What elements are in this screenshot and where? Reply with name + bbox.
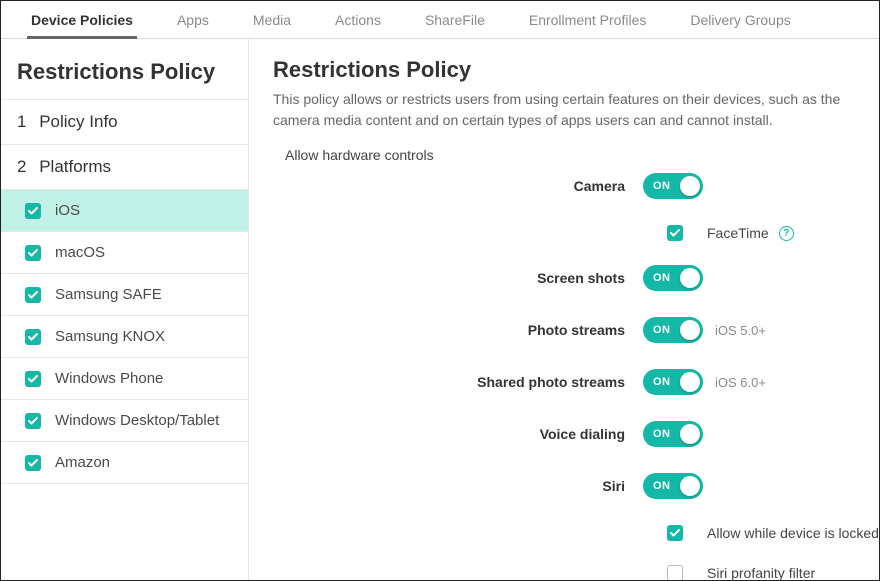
platform-amazon[interactable]: Amazon [1,442,248,484]
row-voice-dialing: Voice dialing ON [273,421,879,447]
step-policy-info[interactable]: 1 Policy Info [1,100,248,145]
toggle-knob [680,372,700,392]
checkbox-allow-locked[interactable] [667,525,683,541]
row-shared-photo-streams: Shared photo streams ON iOS 6.0+ [273,369,879,395]
toggle-siri[interactable]: ON [643,473,703,499]
toggle-knob [680,476,700,496]
checkbox-icon[interactable] [25,455,41,471]
row-screenshots: Screen shots ON [273,265,879,291]
checkbox-icon[interactable] [25,287,41,303]
toggle-knob [680,176,700,196]
checkbox-facetime[interactable] [667,225,683,241]
toggle-knob [680,424,700,444]
platform-samsung-safe[interactable]: Samsung SAFE [1,274,248,316]
platform-windows-phone[interactable]: Windows Phone [1,358,248,400]
platform-windows-desktop-tablet[interactable]: Windows Desktop/Tablet [1,400,248,442]
toggle-shared-photo-streams[interactable]: ON [643,369,703,395]
step-number: 2 [17,157,26,176]
toggle-photo-streams[interactable]: ON [643,317,703,343]
platform-label: Amazon [55,454,110,471]
toggle-camera[interactable]: ON [643,173,703,199]
toggle-knob [680,268,700,288]
row-label: Siri [273,478,643,494]
platform-ios[interactable]: iOS [1,190,248,232]
platform-label: Windows Desktop/Tablet [55,412,219,429]
checkbox-siri-profanity[interactable] [667,565,683,580]
checkbox-icon[interactable] [25,203,41,219]
allow-locked-label: Allow while device is locked [707,525,879,541]
toggle-text: ON [653,324,671,336]
toggle-knob [680,320,700,340]
checkbox-icon[interactable] [25,245,41,261]
platform-macos[interactable]: macOS [1,232,248,274]
row-label: Shared photo streams [273,374,643,390]
checkbox-icon[interactable] [25,371,41,387]
platform-label: Samsung KNOX [55,328,165,345]
platform-label: Windows Phone [55,370,163,387]
toggle-text: ON [653,428,671,440]
row-label: Screen shots [273,270,643,286]
tab-enrollment-profiles[interactable]: Enrollment Profiles [507,1,669,38]
step-label: Policy Info [39,112,117,131]
row-facetime: FaceTime ? [273,225,879,241]
help-icon[interactable]: ? [779,226,794,241]
step-number: 1 [17,112,26,131]
hint-text: iOS 6.0+ [715,375,766,390]
platform-label: macOS [55,244,105,261]
facetime-label: FaceTime [707,225,769,241]
hint-text: iOS 5.0+ [715,323,766,338]
row-siri: Siri ON [273,473,879,499]
row-label: Voice dialing [273,426,643,442]
toggle-screenshots[interactable]: ON [643,265,703,291]
main-panel: Restrictions Policy This policy allows o… [249,39,879,580]
platform-label: iOS [55,202,80,219]
page-description: This policy allows or restricts users fr… [273,89,879,131]
tab-device-policies[interactable]: Device Policies [9,1,155,38]
checkbox-icon[interactable] [25,413,41,429]
row-allow-while-locked: Allow while device is locked [273,525,879,541]
step-label: Platforms [39,157,111,176]
toggle-text: ON [653,272,671,284]
toggle-text: ON [653,376,671,388]
profanity-label: Siri profanity filter [707,565,815,580]
tab-actions[interactable]: Actions [313,1,403,38]
checkbox-icon[interactable] [25,329,41,345]
tab-sharefile[interactable]: ShareFile [403,1,507,38]
sidebar: Restrictions Policy 1 Policy Info 2 Plat… [1,39,249,580]
section-heading: Allow hardware controls [273,143,879,173]
toggle-text: ON [653,180,671,192]
row-label: Camera [273,178,643,194]
platform-samsung-knox[interactable]: Samsung KNOX [1,316,248,358]
tab-delivery-groups[interactable]: Delivery Groups [668,1,812,38]
tab-apps[interactable]: Apps [155,1,231,38]
page-title: Restrictions Policy [273,57,879,83]
row-label: Photo streams [273,322,643,338]
toggle-text: ON [653,480,671,492]
row-siri-profanity: Siri profanity filter [273,565,879,580]
top-tab-bar: Device Policies Apps Media Actions Share… [1,1,879,39]
sidebar-title: Restrictions Policy [1,49,248,100]
step-platforms[interactable]: 2 Platforms [1,145,248,190]
toggle-voice-dialing[interactable]: ON [643,421,703,447]
row-camera: Camera ON [273,173,879,199]
platform-label: Samsung SAFE [55,286,162,303]
row-photo-streams: Photo streams ON iOS 5.0+ [273,317,879,343]
tab-media[interactable]: Media [231,1,313,38]
